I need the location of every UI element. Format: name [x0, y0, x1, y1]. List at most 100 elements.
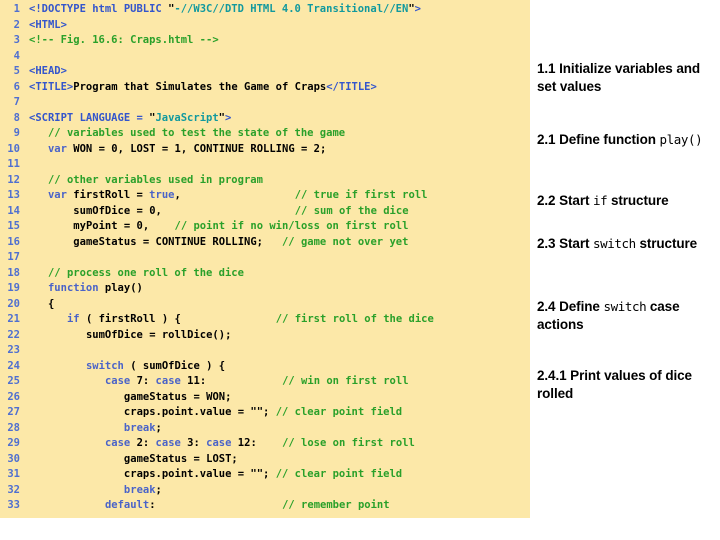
- code-line-text: switch ( sumOfDice ) {: [85, 359, 226, 372]
- code-line: 1 <!DOCTYPE html PUBLIC "-//W3C//DTD HTML…: [0, 2, 530, 18]
- code-line-text: <HTML>: [29, 18, 67, 31]
- line-number: 19: [7, 282, 20, 294]
- line-number: 13: [7, 189, 20, 201]
- code-line-text: sumOfDice = rollDice();: [85, 328, 232, 341]
- code-line: 17: [0, 250, 530, 266]
- code-line: 23: [0, 343, 530, 359]
- code-line-text: <TITLE>Program that Simulates the Game o…: [29, 80, 377, 93]
- line-number: 15: [7, 220, 20, 232]
- code-line: 4: [0, 49, 530, 65]
- annotation-code-token: switch: [603, 299, 647, 314]
- code-line-text: craps.point.value = ""; // clear point f…: [123, 406, 403, 418]
- code-line-text: var firstRoll = true, // true if first r…: [47, 189, 428, 201]
- annotation-text: structure: [607, 193, 669, 208]
- line-number: 6: [13, 80, 20, 93]
- code-line-text: default: // remember point: [104, 499, 390, 511]
- code-line: 15 myPoint = 0, // point if no win/loss …: [0, 219, 530, 235]
- code-line: 12 // other variables used in program: [0, 173, 530, 189]
- line-number: 16: [7, 235, 20, 248]
- line-number: 14: [7, 204, 20, 217]
- code-line: 30 gameStatus = LOST;: [0, 452, 530, 468]
- code-line-text: <SCRIPT LANGUAGE = "JavaScript">: [29, 111, 232, 124]
- anno-1-1: 1.1 Initialize variables and set values: [537, 60, 720, 95]
- annotation-text: 2.4 Define: [537, 299, 604, 314]
- line-number: 1: [13, 3, 20, 15]
- code-line-text: // other variables used in program: [47, 173, 263, 186]
- anno-2-4-1: 2.4.1 Print values of dice rolled: [537, 367, 720, 402]
- line-number: 8: [13, 111, 20, 124]
- line-number: 23: [7, 344, 20, 356]
- code-line-text: sumOfDice = 0, // sum of the dice: [73, 204, 409, 217]
- code-line: 18 // process one roll of the dice: [0, 266, 530, 282]
- code-line-text: // variables used to test the state of t…: [47, 127, 346, 139]
- annotation-text: structure: [635, 236, 698, 251]
- code-line-text: case 2: case 3: case 12: // lose on firs…: [104, 437, 415, 449]
- code-line-text: <!DOCTYPE html PUBLIC "-//W3C//DTD HTML …: [29, 3, 421, 15]
- line-number: 5: [13, 65, 20, 77]
- annotation-code-token: if: [593, 193, 608, 208]
- annotation-text: 2.4.1 Print values of dice rolled: [537, 368, 692, 401]
- code-line: 8 <SCRIPT LANGUAGE = "JavaScript">: [0, 111, 530, 127]
- code-line-text: // process one roll of the dice: [47, 266, 244, 279]
- line-number: 17: [7, 251, 20, 263]
- line-number: 33: [7, 499, 20, 511]
- code-line: 14 sumOfDice = 0, // sum of the dice: [0, 204, 530, 220]
- line-number: 3: [13, 34, 20, 46]
- line-number: 12: [7, 173, 20, 186]
- line-number: 21: [7, 313, 20, 325]
- code-line: 11: [0, 157, 530, 173]
- line-number: 24: [7, 359, 20, 372]
- code-line-text: var WON = 0, LOST = 1, CONTINUE ROLLING …: [47, 142, 327, 155]
- line-number: 4: [13, 49, 20, 62]
- anno-2-2: 2.2 Start if structure: [537, 192, 720, 210]
- code-line-text: function play(): [47, 282, 143, 294]
- code-line: 7: [0, 95, 530, 111]
- annotation-text: 1.1 Initialize variables and set values: [537, 61, 701, 94]
- annotation-text: 2.1 Define function: [537, 132, 660, 147]
- code-line-text: <!-- Fig. 16.6: Craps.html -->: [29, 34, 219, 46]
- code-line: 3 <!-- Fig. 16.6: Craps.html -->: [0, 33, 530, 49]
- line-number: 25: [7, 375, 20, 387]
- code-line: 25 case 7: case 11: // win on first roll: [0, 374, 530, 390]
- line-number: 18: [7, 266, 20, 279]
- annotation-text: 2.3 Start: [537, 236, 594, 251]
- line-number: 27: [7, 406, 20, 418]
- code-line: 9 // variables used to test the state of…: [0, 126, 530, 142]
- code-line: 27 craps.point.value = ""; // clear poin…: [0, 405, 530, 421]
- code-line-text: craps.point.value = ""; // clear point f…: [123, 468, 403, 480]
- annotation-panel: 1.1 Initialize variables and set values 2…: [537, 0, 720, 540]
- line-number: 32: [7, 483, 20, 496]
- code-listing-panel: 1 <!DOCTYPE html PUBLIC "-//W3C//DTD HTML…: [0, 0, 530, 518]
- line-number: 22: [7, 328, 20, 341]
- code-line: 31 craps.point.value = ""; // clear poin…: [0, 467, 530, 483]
- anno-2-4: 2.4 Define switch case actions: [537, 298, 720, 333]
- code-line: 21 if ( firstRoll ) { // first roll of t…: [0, 312, 530, 328]
- annotation-text: 2.2 Start: [537, 193, 594, 208]
- line-number: 9: [13, 127, 20, 139]
- code-line: 5 <HEAD>: [0, 64, 530, 80]
- code-line: 2 <HTML>: [0, 18, 530, 34]
- code-line: 10 var WON = 0, LOST = 1, CONTINUE ROLLI…: [0, 142, 530, 158]
- code-line-text: case 7: case 11: // win on first roll: [104, 375, 409, 387]
- code-line: 29 case 2: case 3: case 12: // lose on f…: [0, 436, 530, 452]
- line-number: 30: [7, 452, 20, 465]
- code-line-text: myPoint = 0, // point if no win/loss on …: [73, 220, 409, 232]
- line-number: 26: [7, 390, 20, 403]
- code-line-text: break;: [123, 483, 162, 496]
- code-line-text: gameStatus = LOST;: [123, 452, 238, 465]
- anno-2-3: 2.3 Start switch structure: [537, 235, 720, 253]
- code-line: 32 break;: [0, 483, 530, 499]
- code-line: 33 default: // remember point: [0, 498, 530, 514]
- line-number: 29: [7, 437, 20, 449]
- code-line: 24 switch ( sumOfDice ) {: [0, 359, 530, 375]
- code-line-text: if ( firstRoll ) { // first roll of the …: [66, 313, 434, 325]
- code-line: 20 {: [0, 297, 530, 313]
- line-number: 31: [7, 468, 20, 480]
- line-number: 28: [7, 421, 20, 434]
- line-number: 2: [13, 18, 20, 31]
- code-line: 22 sumOfDice = rollDice();: [0, 328, 530, 344]
- code-lines-container: 1 <!DOCTYPE html PUBLIC "-//W3C//DTD HTML…: [0, 2, 530, 514]
- code-line-text: gameStatus = CONTINUE ROLLING; // game n…: [73, 235, 409, 248]
- line-number: 11: [7, 158, 20, 170]
- code-line: 19 function play(): [0, 281, 530, 297]
